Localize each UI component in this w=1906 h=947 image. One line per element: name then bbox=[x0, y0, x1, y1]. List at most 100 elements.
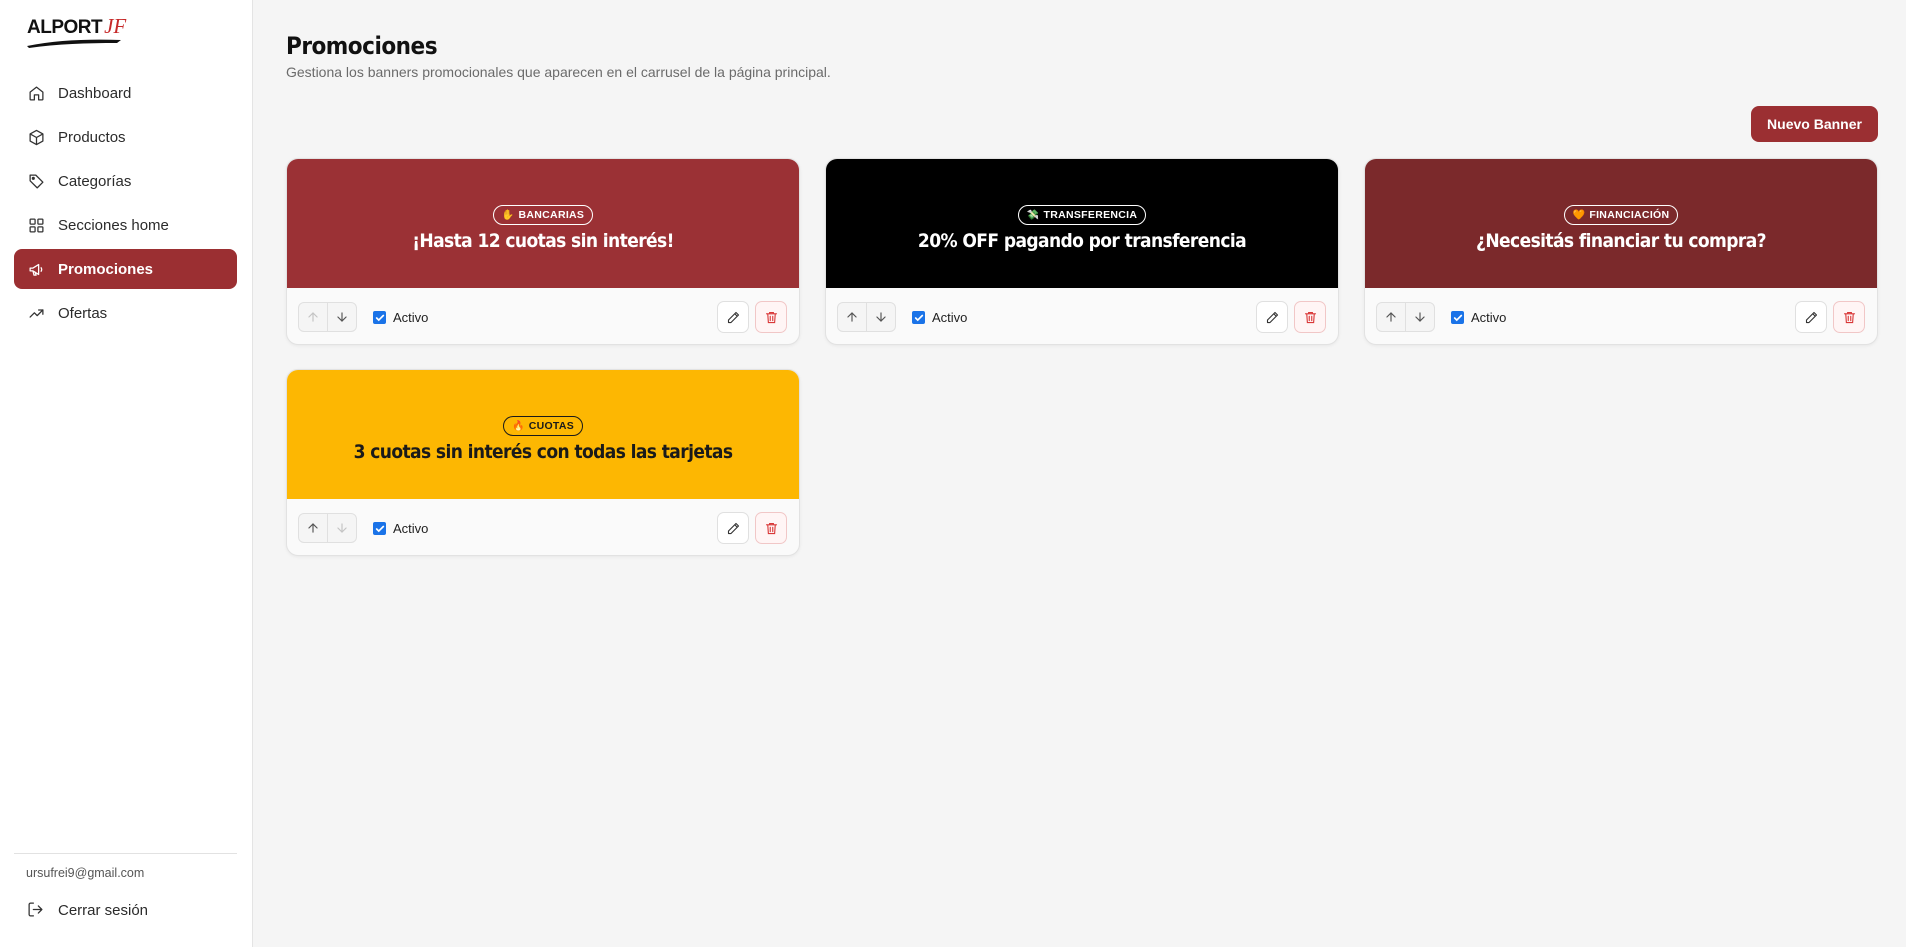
sidebar-item-categorias[interactable]: Categorías bbox=[14, 161, 237, 201]
arrow-up-icon bbox=[847, 312, 857, 322]
move-up-button[interactable] bbox=[299, 514, 327, 542]
banner-badge-label: BANCARIAS bbox=[518, 209, 585, 221]
logo-swoosh-icon bbox=[27, 39, 121, 48]
delete-button[interactable] bbox=[755, 512, 787, 544]
reorder-group bbox=[1376, 302, 1435, 332]
banner-card: ✋ BANCARIAS ¡Hasta 12 cuotas sin interés!… bbox=[286, 158, 800, 345]
active-checkbox[interactable]: Activo bbox=[373, 521, 428, 536]
banner-card: 🧡 FINANCIACIÓN ¿Necesitás financiar tu co… bbox=[1364, 158, 1878, 345]
reorder-group bbox=[298, 302, 357, 332]
move-down-button[interactable] bbox=[866, 303, 895, 331]
money-icon: 💸 bbox=[1026, 209, 1040, 221]
brand-suffix: JF bbox=[104, 14, 127, 38]
sidebar-item-promociones[interactable]: Promociones bbox=[14, 249, 237, 289]
banner-title: 3 cuotas sin interés con todas las tarje… bbox=[353, 441, 733, 463]
logout-button[interactable]: Cerrar sesión bbox=[14, 890, 237, 930]
trash-icon bbox=[1304, 311, 1316, 323]
sidebar: ALPORTJF Dashboard Productos Categorías bbox=[0, 0, 253, 947]
brand-name: ALPORT bbox=[27, 17, 103, 38]
move-down-button[interactable] bbox=[327, 303, 356, 331]
active-checkbox[interactable]: Activo bbox=[912, 310, 967, 325]
brand-logo[interactable]: ALPORTJF bbox=[27, 14, 127, 48]
move-up-button[interactable] bbox=[299, 303, 327, 331]
sidebar-item-label: Categorías bbox=[58, 172, 132, 190]
fire-icon: 🔥 bbox=[511, 420, 525, 432]
check-icon bbox=[1451, 311, 1464, 324]
move-down-button[interactable] bbox=[1405, 303, 1434, 331]
move-down-button[interactable] bbox=[327, 514, 356, 542]
grid-icon bbox=[27, 216, 45, 234]
pencil-icon bbox=[727, 522, 739, 534]
page-title: Promociones bbox=[286, 32, 438, 60]
banner-preview[interactable]: 💸 TRANSFERENCIA 20% OFF pagando por trans… bbox=[826, 159, 1338, 288]
trash-icon bbox=[1843, 311, 1855, 323]
arrow-down-icon bbox=[1415, 312, 1425, 322]
arrow-up-icon bbox=[308, 312, 318, 322]
banner-badge-label: TRANSFERENCIA bbox=[1043, 209, 1138, 221]
banner-title: ¿Necesitás financiar tu compra? bbox=[1476, 230, 1767, 252]
sidebar-item-secciones-home[interactable]: Secciones home bbox=[14, 205, 237, 245]
logout-label: Cerrar sesión bbox=[58, 901, 149, 919]
edit-button[interactable] bbox=[717, 512, 749, 544]
pencil-icon bbox=[1805, 311, 1817, 323]
delete-button[interactable] bbox=[755, 301, 787, 333]
banner-preview[interactable]: ✋ BANCARIAS ¡Hasta 12 cuotas sin interés! bbox=[287, 159, 799, 288]
banner-preview[interactable]: 🔥 CUOTAS 3 cuotas sin interés con todas l… bbox=[287, 370, 799, 499]
home-icon bbox=[27, 84, 45, 102]
heart-icon: 🧡 bbox=[1572, 209, 1586, 221]
move-up-button[interactable] bbox=[1377, 303, 1405, 331]
sidebar-item-productos[interactable]: Productos bbox=[14, 117, 237, 157]
active-label: Activo bbox=[932, 310, 968, 325]
edit-button[interactable] bbox=[1256, 301, 1288, 333]
arrow-up-icon bbox=[308, 523, 318, 533]
banner-preview[interactable]: 🧡 FINANCIACIÓN ¿Necesitás financiar tu co… bbox=[1365, 159, 1877, 288]
reorder-group bbox=[298, 513, 357, 543]
banner-card: 💸 TRANSFERENCIA 20% OFF pagando por trans… bbox=[825, 158, 1339, 345]
banner-controls: Activo bbox=[287, 499, 799, 555]
banner-badge: 🧡 FINANCIACIÓN bbox=[1563, 205, 1679, 225]
logout-icon bbox=[27, 901, 45, 919]
edit-button[interactable] bbox=[717, 301, 749, 333]
sidebar-item-dashboard[interactable]: Dashboard bbox=[14, 73, 237, 113]
sidebar-nav: Dashboard Productos Categorías Secciones… bbox=[14, 73, 237, 337]
delete-button[interactable] bbox=[1294, 301, 1326, 333]
arrow-down-icon bbox=[337, 312, 347, 322]
active-checkbox[interactable]: Activo bbox=[1451, 310, 1506, 325]
pencil-icon bbox=[1266, 311, 1278, 323]
sidebar-item-label: Promociones bbox=[58, 260, 154, 278]
banner-title: ¡Hasta 12 cuotas sin interés! bbox=[412, 230, 674, 252]
move-up-button[interactable] bbox=[838, 303, 866, 331]
box-icon bbox=[27, 128, 45, 146]
sidebar-item-ofertas[interactable]: Ofertas bbox=[14, 293, 237, 333]
active-checkbox[interactable]: Activo bbox=[373, 310, 428, 325]
active-label: Activo bbox=[393, 310, 429, 325]
tag-icon bbox=[27, 172, 45, 190]
banner-controls: Activo bbox=[287, 288, 799, 344]
pencil-icon bbox=[727, 311, 739, 323]
check-icon bbox=[373, 311, 386, 324]
user-email: ursufrei9@gmail.com bbox=[26, 866, 145, 880]
banner-badge: ✋ BANCARIAS bbox=[492, 205, 594, 225]
delete-button[interactable] bbox=[1833, 301, 1865, 333]
check-icon bbox=[912, 311, 925, 324]
arrow-down-icon bbox=[876, 312, 886, 322]
hand-icon: ✋ bbox=[501, 209, 515, 221]
sidebar-item-label: Ofertas bbox=[58, 304, 108, 322]
arrow-down-icon bbox=[337, 523, 347, 533]
banner-title: 20% OFF pagando por transferencia bbox=[917, 230, 1247, 252]
megaphone-icon bbox=[27, 260, 45, 278]
active-label: Activo bbox=[1471, 310, 1507, 325]
active-label: Activo bbox=[393, 521, 429, 536]
banner-badge: 💸 TRANSFERENCIA bbox=[1017, 205, 1147, 225]
banner-controls: Activo bbox=[1365, 288, 1877, 344]
trash-icon bbox=[765, 311, 777, 323]
sidebar-item-label: Productos bbox=[58, 128, 126, 146]
new-banner-button[interactable]: Nuevo Banner bbox=[1751, 106, 1878, 142]
banner-controls: Activo bbox=[826, 288, 1338, 344]
banner-card: 🔥 CUOTAS 3 cuotas sin interés con todas l… bbox=[286, 369, 800, 556]
sidebar-item-label: Secciones home bbox=[58, 216, 169, 234]
edit-button[interactable] bbox=[1795, 301, 1827, 333]
trash-icon bbox=[765, 522, 777, 534]
banner-badge-label: FINANCIACIÓN bbox=[1589, 209, 1670, 221]
reorder-group bbox=[837, 302, 896, 332]
